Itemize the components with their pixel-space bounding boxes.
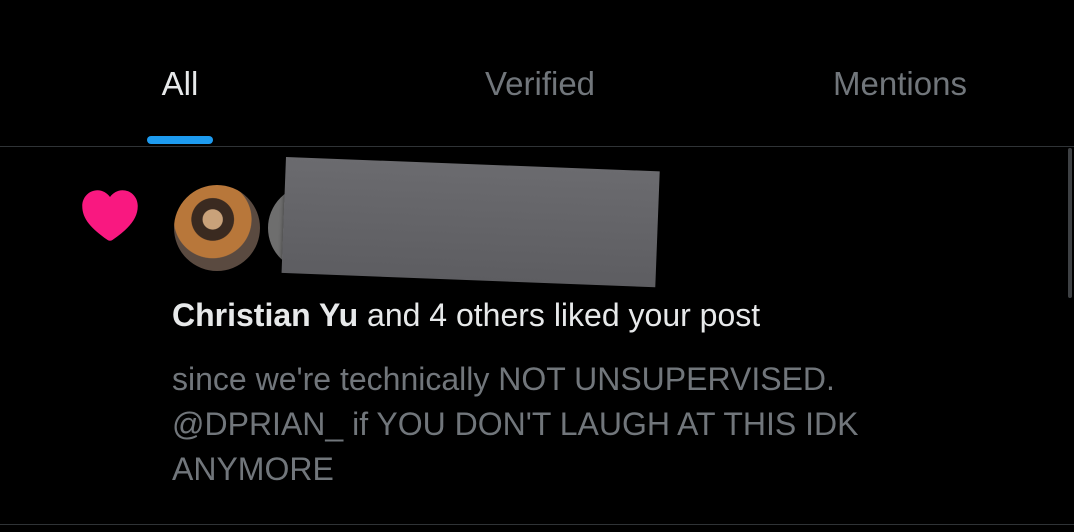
actor-name[interactable]: Christian Yu [172, 297, 358, 333]
notification-summary: Christian Yu and 4 others liked your pos… [172, 293, 760, 337]
post-line: @DPRIAN_ if YOU DON'T LAUGH AT THIS IDK [172, 406, 859, 442]
active-tab-indicator [147, 136, 213, 144]
like-notification[interactable]: Christian Yu and 4 others liked your pos… [0, 147, 1074, 525]
post-preview: since we're technically NOT UNSUPERVISED… [172, 357, 952, 492]
tab-all[interactable]: All [140, 62, 220, 106]
scrollbar[interactable] [1068, 148, 1072, 298]
notification-tabs: All Verified Mentions [0, 0, 1074, 147]
post-line: since we're technically NOT UNSUPERVISED… [172, 361, 835, 397]
redaction-overlay [281, 157, 660, 288]
tab-mentions[interactable]: Mentions [800, 62, 1000, 106]
heart-icon [82, 190, 138, 241]
action-text: and 4 others liked your post [367, 297, 761, 333]
tab-verified[interactable]: Verified [440, 62, 640, 106]
post-line: ANYMORE [172, 451, 334, 487]
avatar[interactable] [172, 183, 262, 273]
